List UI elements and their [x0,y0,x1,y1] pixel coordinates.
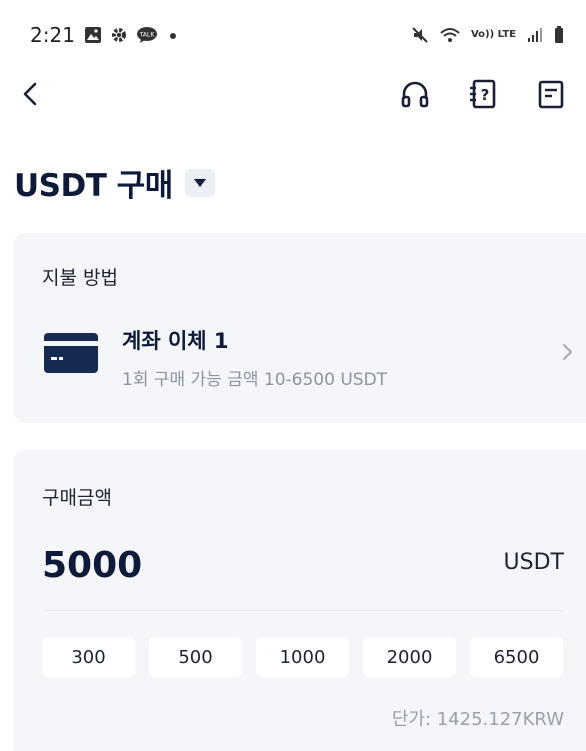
svg-text:?: ? [481,86,490,104]
status-left-icons: TALK [84,26,180,44]
gallery-icon [85,27,101,43]
coin-select-dropdown[interactable] [184,168,215,197]
purchase-amount-card: 구매금액 5000 USDT 300 500 1000 2000 6500 단가… [14,450,586,751]
customer-support-button[interactable] [398,76,432,112]
talk-icon: TALK [137,27,157,43]
caret-down-icon [193,178,206,187]
amount-input[interactable]: 5000 [42,545,142,586]
divider [42,610,564,611]
preset-amount-button[interactable]: 300 [42,637,135,677]
chevron-right-icon [563,344,572,360]
order-history-button[interactable] [534,76,568,112]
chevron-left-icon [23,82,37,106]
preset-amounts: 300 500 1000 2000 6500 [42,637,563,677]
payment-method-card: 지불 방법 계좌 이체 1 1회 구매 가능 금액 10-6500 USDT [14,233,586,423]
nav-actions: ? [398,76,568,112]
preset-amount-button[interactable]: 1000 [256,637,349,677]
preset-amount-button[interactable]: 500 [149,637,242,677]
payment-method-label: 지불 방법 [42,267,118,289]
payment-method-title: 계좌 이체 1 [122,329,229,353]
volte-label: Vo)) LTE [470,29,516,40]
settings-icon [112,28,126,42]
order-list-icon [538,80,564,109]
payment-method-limit: 1회 구매 가능 금액 10-6500 USDT [122,370,388,390]
mute-icon [412,27,428,43]
top-nav: ? [0,72,586,116]
back-button[interactable] [20,76,52,112]
amount-unit: USDT [503,550,564,575]
preset-amount-button[interactable]: 2000 [363,637,456,677]
wifi-icon [440,28,460,42]
purchase-amount-label: 구매금액 [42,487,112,509]
battery-icon [555,26,563,43]
bank-card-icon [44,333,98,373]
headset-icon [401,81,429,108]
status-bar: 2:21 TALK Vo)) LTE [0,0,586,72]
unit-price: 단가: 1425.127KRW [391,709,564,730]
payment-method-selector[interactable]: 계좌 이체 1 1회 구매 가능 금액 10-6500 USDT [44,315,574,395]
title-row: USDT 구매 [14,160,215,205]
page-title: USDT 구매 [14,168,173,204]
help-guide-button[interactable]: ? [466,76,500,112]
help-book-icon: ? [470,79,496,109]
status-right-icons: Vo)) LTE [411,26,564,44]
signal-icon [528,28,542,42]
preset-amount-button[interactable]: 6500 [470,637,563,677]
dot-icon [170,33,176,39]
svg-text:TALK: TALK [139,32,156,39]
status-time: 2:21 [30,23,75,47]
